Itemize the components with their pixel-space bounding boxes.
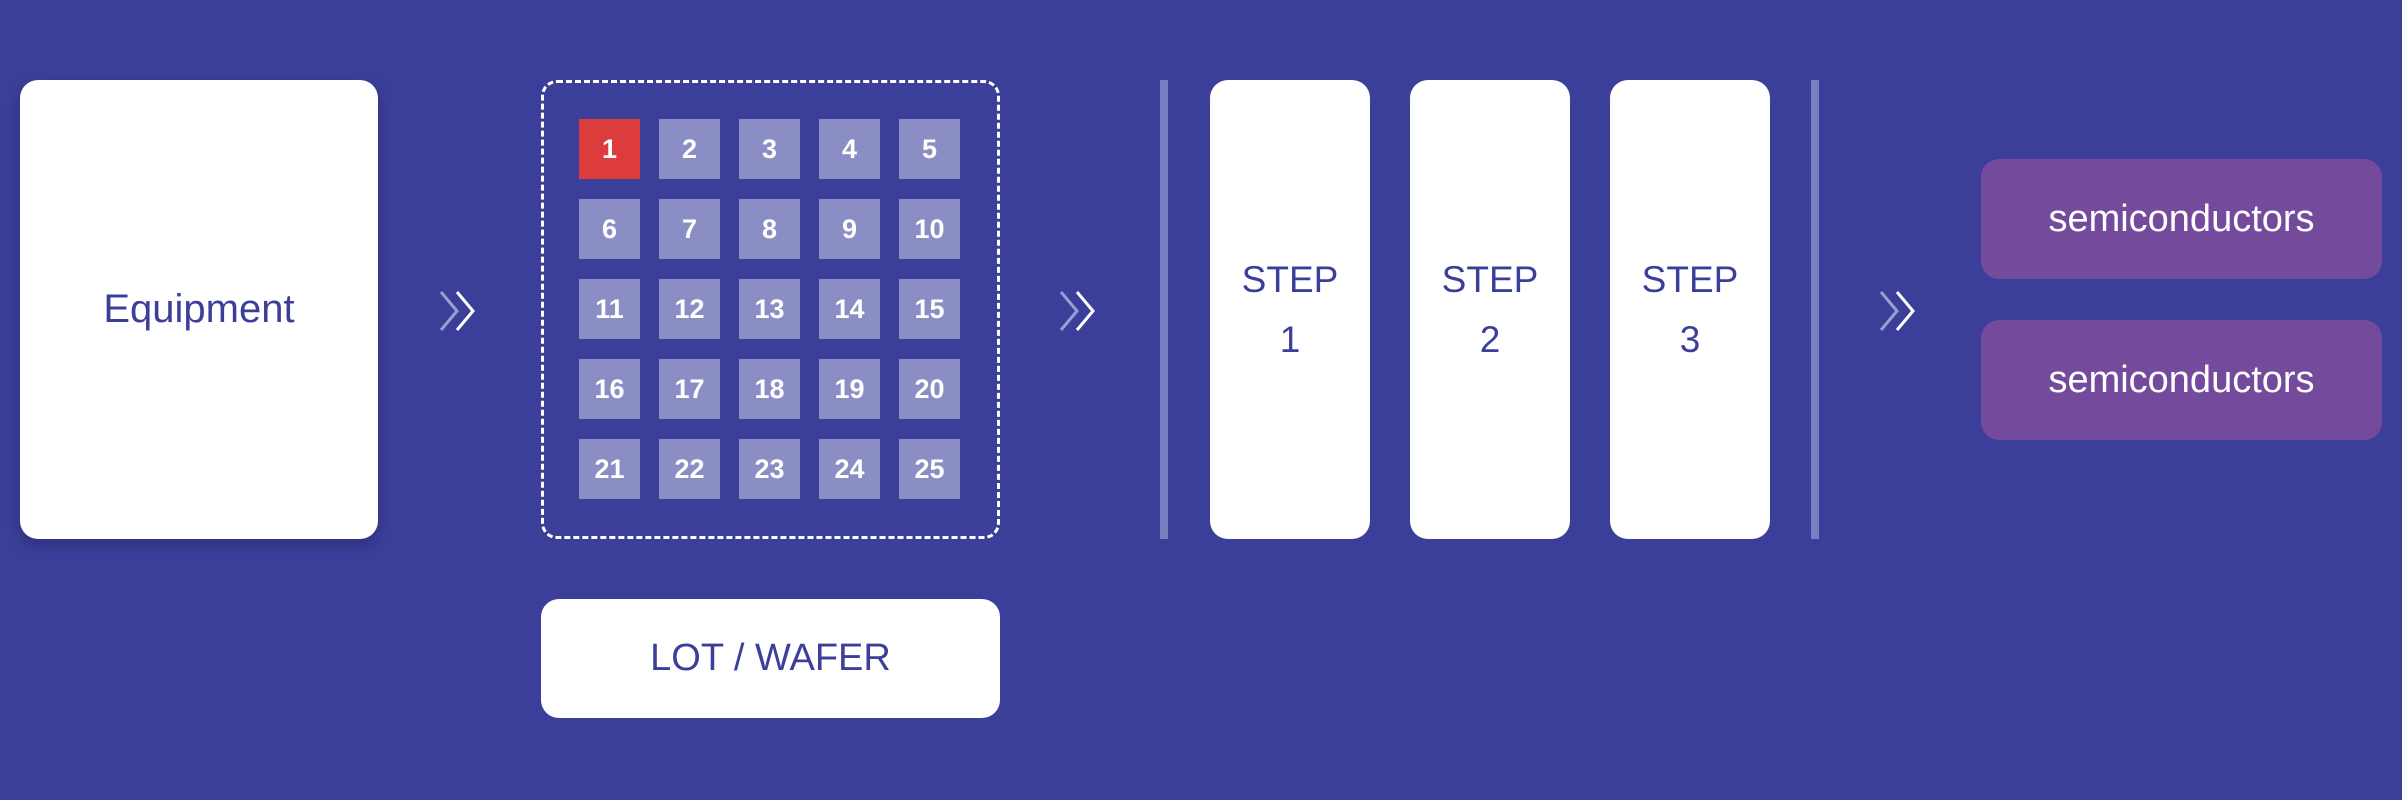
lot-wafer-box: LOT / WAFER xyxy=(541,599,1000,718)
wafer-cell: 16 xyxy=(579,359,640,419)
wafer-cell: 12 xyxy=(659,279,720,339)
output-semiconductors-2: semiconductors xyxy=(1981,320,2382,440)
wafer-grid: 1 2 3 4 5 6 7 8 9 10 11 12 13 14 15 16 17 18 19 20 21 22 23 24 2… xyxy=(541,80,1000,539)
wafer-cell: 2 xyxy=(659,119,720,179)
wafer-cell: 22 xyxy=(659,439,720,499)
wafer-cell: 10 xyxy=(899,199,960,259)
step-label: STEP xyxy=(1441,259,1539,301)
divider-right xyxy=(1811,80,1819,539)
lot-wafer-label: LOT / WAFER xyxy=(650,637,891,679)
step-number: 1 xyxy=(1279,318,1301,360)
step-label: STEP xyxy=(1241,259,1339,301)
step-number: 3 xyxy=(1679,318,1701,360)
equipment-box: Equipment xyxy=(20,80,378,539)
wafer-cell: 7 xyxy=(659,199,720,259)
output-label: semiconductors xyxy=(2048,197,2315,240)
step-3-box: STEP 3 xyxy=(1610,80,1770,539)
wafer-cell: 24 xyxy=(819,439,880,499)
wafer-cell: 9 xyxy=(819,199,880,259)
step-number: 2 xyxy=(1479,318,1501,360)
wafer-cell: 19 xyxy=(819,359,880,419)
step-2-box: STEP 2 xyxy=(1410,80,1570,539)
wafer-cell: 18 xyxy=(739,359,800,419)
double-chevron-right-icon xyxy=(1059,291,1095,331)
wafer-cell: 14 xyxy=(819,279,880,339)
wafer-cell: 13 xyxy=(739,279,800,339)
wafer-cell: 15 xyxy=(899,279,960,339)
wafer-cell: 3 xyxy=(739,119,800,179)
step-label: STEP xyxy=(1641,259,1739,301)
wafer-cell: 6 xyxy=(579,199,640,259)
double-chevron-right-icon xyxy=(1879,291,1915,331)
step-1-box: STEP 1 xyxy=(1210,80,1370,539)
wafer-cell: 21 xyxy=(579,439,640,499)
wafer-cell: 20 xyxy=(899,359,960,419)
wafer-cell: 4 xyxy=(819,119,880,179)
wafer-cell: 25 xyxy=(899,439,960,499)
wafer-cell: 11 xyxy=(579,279,640,339)
wafer-cell: 17 xyxy=(659,359,720,419)
output-label: semiconductors xyxy=(2048,358,2315,401)
double-chevron-right-icon xyxy=(439,291,475,331)
divider-left xyxy=(1160,80,1168,539)
output-semiconductors-1: semiconductors xyxy=(1981,159,2382,279)
wafer-cell: 1 xyxy=(579,119,640,179)
equipment-label: Equipment xyxy=(103,287,295,331)
wafer-cell: 23 xyxy=(739,439,800,499)
wafer-cell: 5 xyxy=(899,119,960,179)
wafer-cell: 8 xyxy=(739,199,800,259)
